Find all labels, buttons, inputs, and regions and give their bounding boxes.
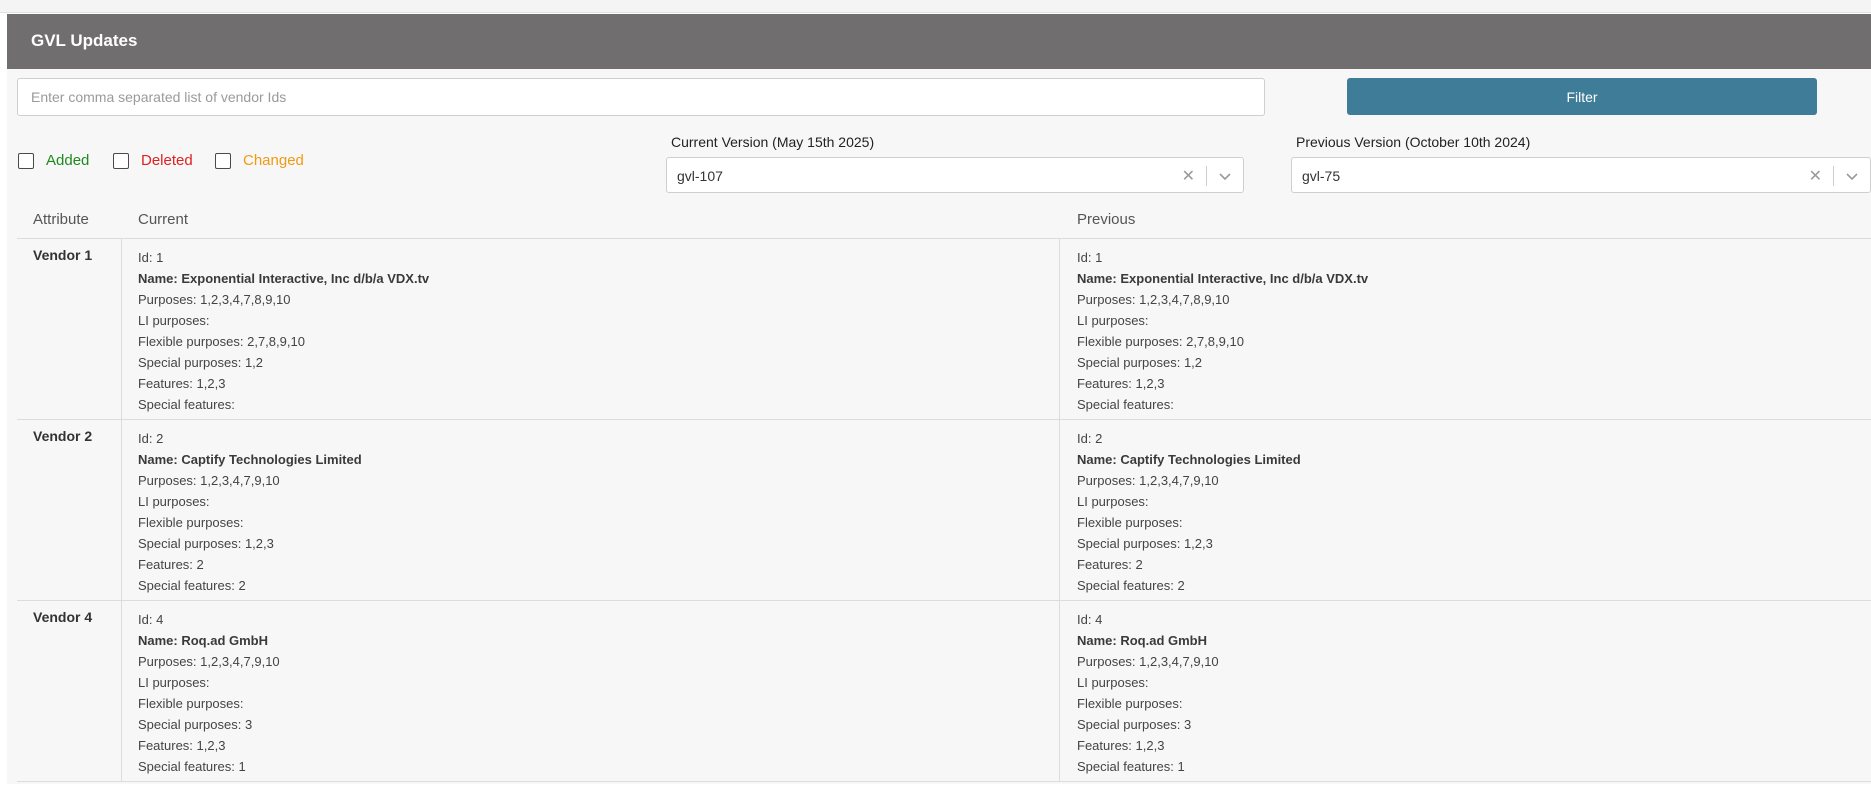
detail-line: Flexible purposes: 2,7,8,9,10 bbox=[1077, 334, 1244, 349]
gvl-updates-panel: GVL Updates Filter Added Deleted Changed… bbox=[7, 14, 1871, 784]
select-separator bbox=[1206, 166, 1207, 186]
detail-line: LI purposes: bbox=[138, 313, 210, 328]
row-attribute: Vendor 2 bbox=[33, 428, 93, 444]
detail-line: Purposes: 1,2,3,4,7,8,9,10 bbox=[138, 292, 291, 307]
detail-line: Special purposes: 1,2 bbox=[1077, 355, 1203, 370]
detail-line: Flexible purposes: bbox=[1077, 696, 1183, 711]
detail-line: LI purposes: bbox=[1077, 675, 1149, 690]
current-version-value: gvl-107 bbox=[677, 168, 723, 184]
vendor-name: Name: Captify Technologies Limited bbox=[138, 452, 362, 467]
detail-line: Purposes: 1,2,3,4,7,9,10 bbox=[138, 654, 280, 669]
current-details: Id: 4 Name: Roq.ad GmbH Purposes: 1,2,3,4,… bbox=[138, 609, 280, 777]
detail-line: LI purposes: bbox=[1077, 313, 1149, 328]
detail-line: LI purposes: bbox=[138, 494, 210, 509]
detail-line: Purposes: 1,2,3,4,7,8,9,10 bbox=[1077, 292, 1230, 307]
detail-line: Features: 2 bbox=[1077, 557, 1143, 572]
chevron-down-icon[interactable] bbox=[1845, 169, 1859, 187]
detail-line: Flexible purposes: bbox=[1077, 515, 1183, 530]
column-divider bbox=[1059, 601, 1060, 781]
previous-details: Id: 2 Name: Captify Technologies Limited P… bbox=[1077, 428, 1301, 596]
changed-checkbox[interactable]: Changed bbox=[215, 152, 304, 169]
detail-line: Special purposes: 3 bbox=[138, 717, 253, 732]
previous-details: Id: 4 Name: Roq.ad GmbH Purposes: 1,2,3,4,… bbox=[1077, 609, 1219, 777]
detail-line: Features: 1,2,3 bbox=[1077, 738, 1165, 753]
column-divider bbox=[1059, 239, 1060, 419]
detail-line: Special features: bbox=[138, 397, 235, 412]
detail-line: Special features: 1 bbox=[138, 759, 246, 774]
detail-line: Special purposes: 1,2,3 bbox=[138, 536, 274, 551]
vendor-name: Name: Exponential Interactive, Inc d/b/a… bbox=[1077, 271, 1369, 286]
detail-line: Special purposes: 1,2 bbox=[138, 355, 264, 370]
detail-line: Id: 4 bbox=[138, 612, 164, 627]
filter-button[interactable]: Filter bbox=[1347, 78, 1817, 115]
diff-table: Vendor 1 Id: 1 Name: Exponential Interacti… bbox=[17, 238, 1871, 785]
vendor-ids-input[interactable] bbox=[17, 78, 1265, 116]
column-header-attribute: Attribute bbox=[33, 211, 89, 228]
current-details: Id: 1 Name: Exponential Interactive, Inc … bbox=[138, 247, 429, 415]
detail-line: Id: 1 bbox=[138, 250, 164, 265]
detail-line: Flexible purposes: bbox=[138, 515, 244, 530]
deleted-checkbox[interactable]: Deleted bbox=[113, 152, 193, 169]
detail-line: Special features: 1 bbox=[1077, 759, 1185, 774]
browser-top-strip bbox=[0, 0, 1871, 13]
checkbox-box[interactable] bbox=[18, 152, 34, 169]
vendor-name: Name: Exponential Interactive, Inc d/b/a… bbox=[138, 271, 430, 286]
row-attribute: Vendor 4 bbox=[33, 609, 93, 625]
checkbox-box[interactable] bbox=[215, 152, 231, 169]
panel-header: GVL Updates bbox=[7, 14, 1871, 69]
deleted-label: Deleted bbox=[141, 152, 193, 169]
detail-line: Id: 2 bbox=[138, 431, 164, 446]
current-version-label: Current Version (May 15th 2025) bbox=[671, 134, 875, 150]
detail-line: Id: 4 bbox=[1077, 612, 1103, 627]
previous-details: Id: 1 Name: Exponential Interactive, Inc … bbox=[1077, 247, 1368, 415]
detail-line: Features: 1,2,3 bbox=[138, 738, 226, 753]
vendor-name: Name: Roq.ad GmbH bbox=[138, 633, 269, 648]
detail-line: Flexible purposes: 2,7,8,9,10 bbox=[138, 334, 305, 349]
column-divider bbox=[1059, 420, 1060, 600]
vendor-name: Name: Captify Technologies Limited bbox=[1077, 452, 1301, 467]
table-row: Vendor 2 Id: 2 Name: Captify Technologies … bbox=[17, 420, 1871, 601]
page-title: GVL Updates bbox=[31, 31, 138, 50]
current-version-select[interactable]: gvl-107 ✕ bbox=[666, 157, 1244, 193]
added-label: Added bbox=[46, 152, 90, 169]
detail-line: Flexible purposes: bbox=[138, 696, 244, 711]
row-attribute: Vendor 1 bbox=[33, 247, 93, 263]
changed-label: Changed bbox=[243, 152, 304, 169]
previous-version-label: Previous Version (October 10th 2024) bbox=[1296, 134, 1531, 150]
previous-version-select[interactable]: gvl-75 ✕ bbox=[1291, 157, 1871, 193]
detail-line: LI purposes: bbox=[1077, 494, 1149, 509]
vendor-name: Name: Roq.ad GmbH bbox=[1077, 633, 1208, 648]
current-details: Id: 2 Name: Captify Technologies Limited P… bbox=[138, 428, 362, 596]
detail-line: LI purposes: bbox=[138, 675, 210, 690]
column-divider bbox=[121, 420, 122, 600]
detail-line: Purposes: 1,2,3,4,7,9,10 bbox=[1077, 473, 1219, 488]
detail-line: Features: 1,2,3 bbox=[1077, 376, 1165, 391]
detail-line: Special purposes: 3 bbox=[1077, 717, 1192, 732]
column-divider bbox=[121, 601, 122, 781]
detail-line: Special purposes: 1,2,3 bbox=[1077, 536, 1213, 551]
select-separator bbox=[1833, 166, 1834, 186]
chevron-down-icon[interactable] bbox=[1218, 169, 1232, 187]
table-row: Vendor 4 Id: 4 Name: Roq.ad GmbH Purposes: … bbox=[17, 601, 1871, 782]
detail-line: Id: 1 bbox=[1077, 250, 1103, 265]
detail-line: Purposes: 1,2,3,4,7,9,10 bbox=[1077, 654, 1219, 669]
clear-x-icon[interactable]: ✕ bbox=[1809, 166, 1822, 186]
detail-line: Special features: 2 bbox=[138, 578, 246, 593]
detail-line: Special features: bbox=[1077, 397, 1174, 412]
column-divider bbox=[121, 239, 122, 419]
added-checkbox[interactable]: Added bbox=[18, 152, 89, 169]
clear-x-icon[interactable]: ✕ bbox=[1182, 166, 1195, 186]
table-row: Vendor 1 Id: 1 Name: Exponential Interacti… bbox=[17, 239, 1871, 420]
detail-line: Features: 2 bbox=[138, 557, 204, 572]
previous-version-value: gvl-75 bbox=[1302, 168, 1341, 184]
detail-line: Features: 1,2,3 bbox=[138, 376, 226, 391]
column-header-current: Current bbox=[138, 211, 189, 228]
detail-line: Purposes: 1,2,3,4,7,9,10 bbox=[138, 473, 280, 488]
detail-line: Id: 2 bbox=[1077, 431, 1103, 446]
column-header-previous: Previous bbox=[1077, 211, 1136, 228]
detail-line: Special features: 2 bbox=[1077, 578, 1185, 593]
checkbox-box[interactable] bbox=[113, 152, 129, 169]
